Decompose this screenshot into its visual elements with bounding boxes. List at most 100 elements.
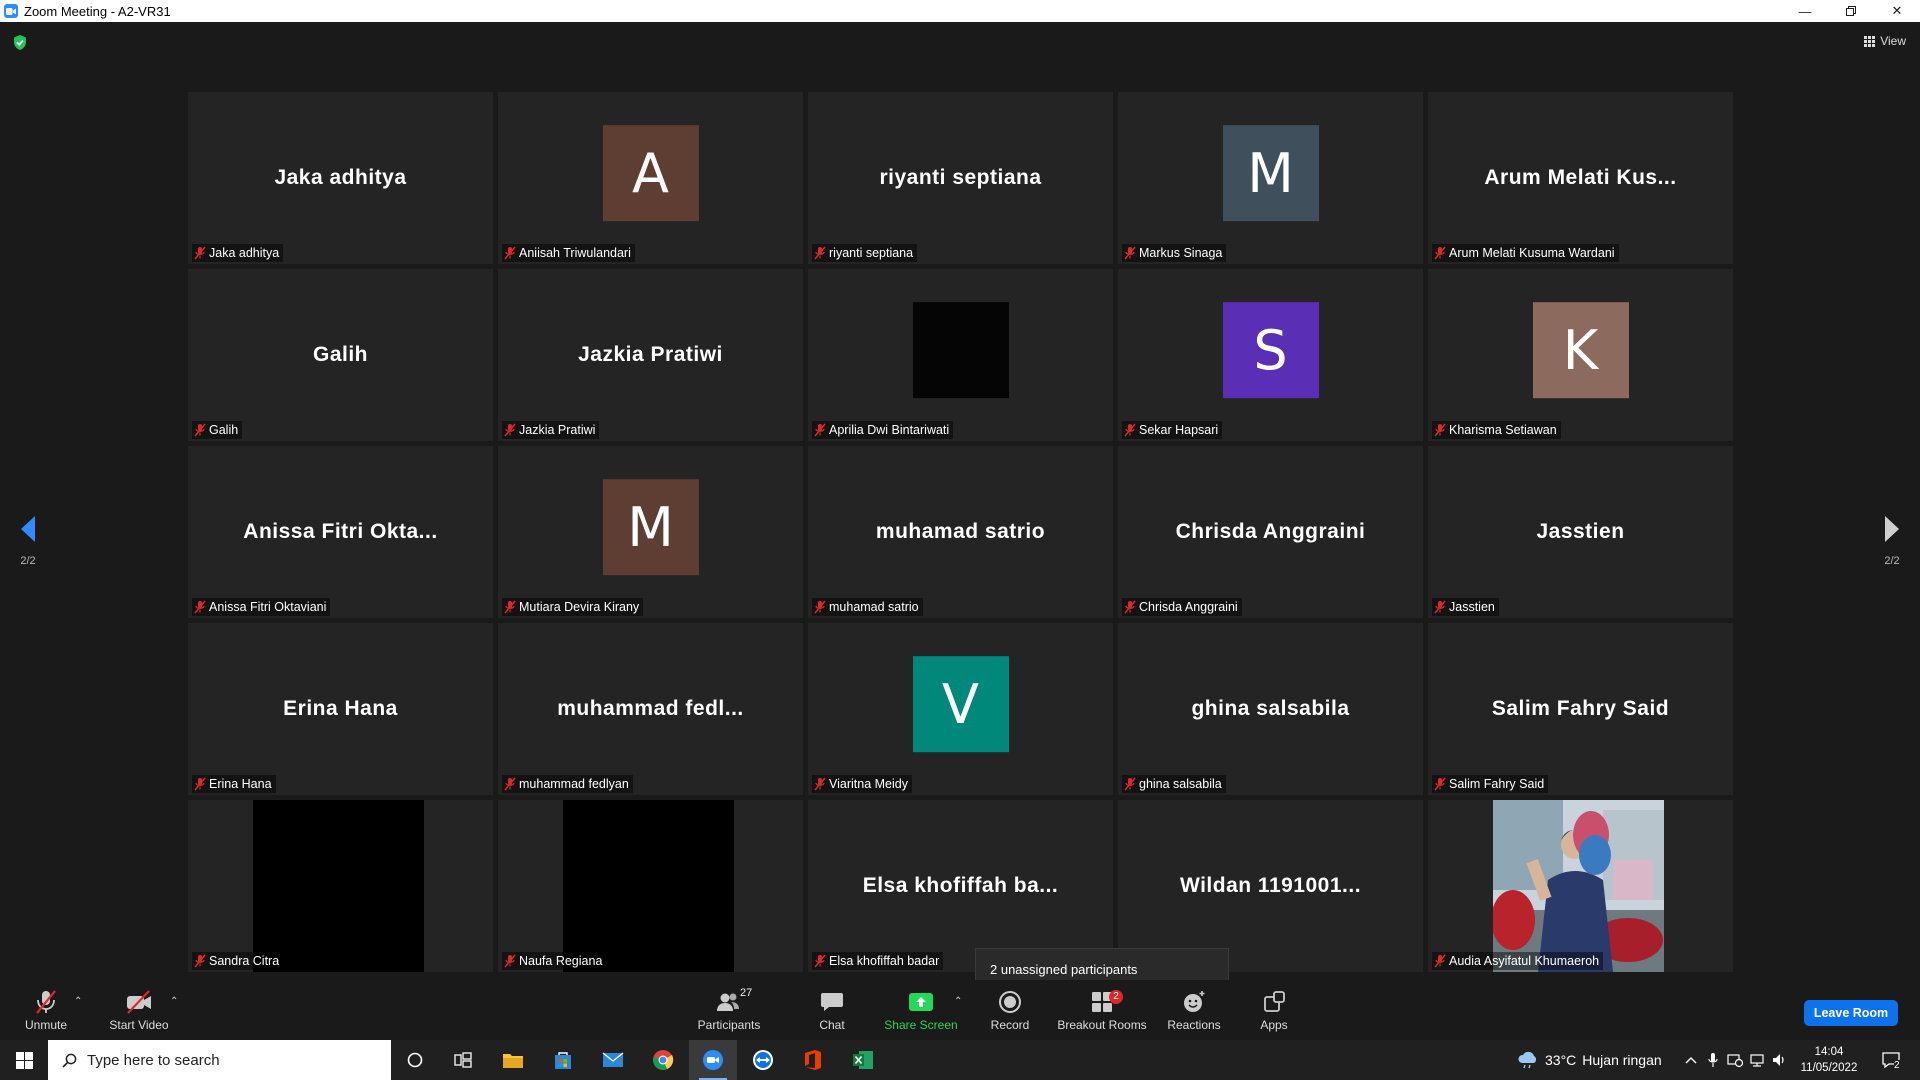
mic-muted-icon [814,600,826,614]
participant-tile[interactable]: Wildan 1191001...1077 [1118,800,1423,972]
audio-options-caret[interactable]: ⌃ [74,996,82,1007]
record-button[interactable]: Record [980,980,1040,1040]
taskbar-zoom[interactable] [689,1040,737,1080]
participant-tile[interactable]: Elsa khofiffah ba... Elsa khofiffah badar [808,800,1113,972]
participant-name-label: Erina Hana [192,775,276,793]
share-screen-button[interactable]: Share Screen [880,980,962,1040]
chrome-icon [653,1050,674,1070]
participant-tile[interactable]: Jasstien Jasstien [1428,446,1733,618]
participant-tile[interactable]: Erina Hana Erina Hana [188,623,493,795]
weather-widget[interactable]: 33°C Hujan ringan [1517,1040,1662,1080]
participant-tile[interactable]: riyanti septiana riyanti septiana [808,92,1113,264]
restore-button[interactable] [1828,0,1874,22]
participant-display-name: Galih [312,343,368,366]
cortana-circle-icon [407,1052,423,1068]
encryption-shield-icon[interactable] [12,34,28,56]
notifications-button[interactable]: 2 [1874,1040,1908,1080]
taskbar-chrome[interactable] [639,1040,687,1080]
cortana-button[interactable] [391,1040,439,1080]
breakout-rooms-badge: 2 [1109,989,1123,1004]
participant-tile[interactable]: Audia Asyifatul Khumaeroh [1428,800,1733,972]
participant-tile[interactable]: Chrisda Anggraini Chrisda Anggraini [1118,446,1423,618]
participant-tile[interactable]: M Mutiara Devira Kirany [498,446,803,618]
participant-tile[interactable]: Jazkia Pratiwi Jazkia Pratiwi [498,269,803,441]
participant-name-label: Mutiara Devira Kirany [502,598,644,616]
apps-icon [1263,989,1285,1015]
previous-page-button[interactable]: 2/2 [8,514,48,567]
taskbar-file-explorer[interactable] [489,1040,537,1080]
participant-tile[interactable]: Naufa Regiana [498,800,803,972]
participant-name-label: muhammad fedlyan [502,775,633,793]
taskbar-excel[interactable] [839,1040,887,1080]
taskbar-mail[interactable] [589,1040,637,1080]
close-window-button[interactable]: ✕ [1874,0,1920,22]
participant-name: Jazkia Pratiwi [519,423,596,437]
microphone-tray-icon[interactable] [1702,1040,1724,1080]
participant-tile[interactable]: K Kharisma Setiawan [1428,269,1733,441]
record-icon [998,989,1022,1015]
participant-tile[interactable]: Aprilia Dwi Bintariwati [808,269,1113,441]
meeting-area: View 2/2 2/2 Jaka adhitya Jaka adhitya A An… [0,22,1920,996]
participant-name-label: Kharisma Setiawan [1432,421,1561,439]
start-button[interactable] [0,1040,48,1080]
participant-tile[interactable]: Galih Galih [188,269,493,441]
participant-tile[interactable]: A Aniisah Triwulandari [498,92,803,264]
chat-button[interactable]: Chat [802,980,862,1040]
participant-name: Arum Melati Kusuma Wardani [1449,246,1615,260]
participant-name: Mutiara Devira Kirany [519,600,640,614]
unmute-button[interactable]: Unmute [18,980,74,1040]
video-options-caret[interactable]: ⌃ [170,996,178,1007]
volume-tray-icon[interactable] [1768,1040,1790,1080]
participant-tile[interactable]: Sandra Citra [188,800,493,972]
view-button[interactable]: View [1864,34,1906,48]
participant-tile[interactable]: V Viaritna Meidy [808,623,1113,795]
participant-tile[interactable]: Jaka adhitya Jaka adhitya [188,92,493,264]
participant-name-label: Salim Fahry Said [1432,775,1549,793]
participant-name-label: Chrisda Anggraini [1122,598,1242,616]
store-bag-icon [555,1052,571,1069]
participant-name: muhammad fedlyan [519,777,629,791]
participant-avatar: S [1222,302,1319,399]
minimize-button[interactable]: — [1782,0,1828,22]
participant-name: Naufa Regiana [519,954,603,968]
breakout-rooms-button[interactable]: 2 Breakout Rooms [1056,980,1148,1040]
mic-muted-icon [1124,777,1136,791]
participant-tile[interactable]: muhamad satrio muhamad satrio [808,446,1113,618]
participant-tile[interactable]: Arum Melati Kus... Arum Melati Kusuma War… [1428,92,1733,264]
reactions-button[interactable]: Reactions [1162,980,1226,1040]
task-view-button[interactable] [439,1040,487,1080]
participant-tile[interactable]: ghina salsabila ghina salsabila [1118,623,1423,795]
chat-icon [820,989,844,1015]
taskbar-office[interactable] [789,1040,837,1080]
participant-tile[interactable]: S Sekar Hapsari [1118,269,1423,441]
taskbar-clock[interactable]: 14:04 11/05/2022 [1790,1044,1868,1076]
participant-tile[interactable]: Salim Fahry Said Salim Fahry Said [1428,623,1733,795]
taskbar-search-box[interactable]: Type here to search [48,1040,391,1080]
mic-muted-icon [194,246,206,260]
taskbar-store[interactable] [539,1040,587,1080]
participant-tile[interactable]: muhammad fedl... muhammad fedlyan [498,623,803,795]
share-screen-label: Share Screen [884,1017,958,1032]
share-options-caret[interactable]: ⌃ [954,996,962,1007]
taskbar-teamviewer[interactable] [739,1040,787,1080]
start-video-button[interactable]: Start Video [104,980,174,1040]
show-hidden-icons-button[interactable] [1680,1040,1702,1080]
mic-muted-icon [504,423,516,437]
participant-name-label: Sekar Hapsari [1122,421,1223,439]
next-page-button[interactable]: 2/2 [1872,514,1912,567]
mic-muted-icon [814,777,826,791]
participants-button[interactable]: 27 Participants [694,980,764,1040]
mic-muted-icon [814,423,826,437]
defender-tray-icon[interactable] [1724,1040,1746,1080]
participant-tile[interactable]: M Markus Sinaga [1118,92,1423,264]
participant-video [253,800,424,972]
participant-tile[interactable]: Anissa Fitri Okta... Anissa Fitri Oktavia… [188,446,493,618]
apps-button[interactable]: Apps [1244,980,1304,1040]
clock-date: 11/05/2022 [1800,1062,1858,1074]
unmute-label: Unmute [24,1017,68,1032]
participant-display-name: Arum Melati Kus... [1484,166,1677,189]
chevron-up-icon [1685,1057,1697,1064]
network-tray-icon[interactable] [1746,1040,1768,1080]
search-icon [62,1053,77,1068]
leave-room-button[interactable]: Leave Room [1804,1000,1898,1026]
